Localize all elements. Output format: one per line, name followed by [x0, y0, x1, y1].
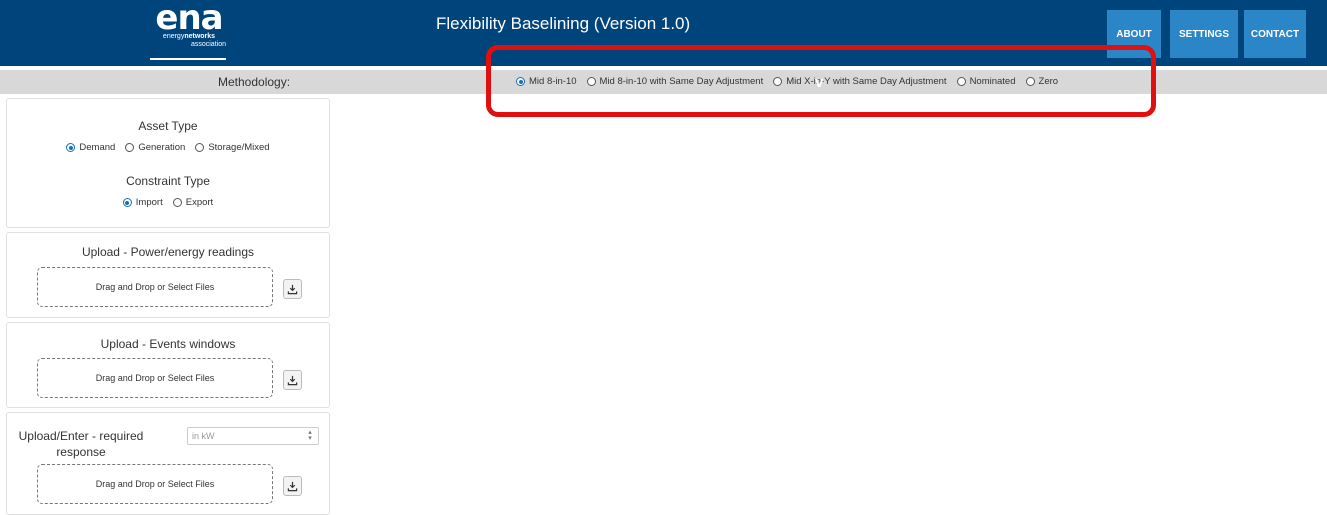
method-option-label: Mid 8-in-10 with Same Day Adjustment — [599, 76, 764, 87]
required-response-input[interactable] — [187, 427, 319, 445]
asset-panel: Asset Type Demand Generation Storage/Mix… — [6, 98, 330, 228]
constraint-type-radios: Import Export — [7, 197, 329, 208]
ena-logo: ena energynetworks association — [148, 0, 230, 61]
method-option-nominated[interactable]: Nominated — [956, 76, 1016, 87]
constraint-type-export[interactable]: Export — [172, 197, 214, 208]
logo-underline — [150, 58, 226, 60]
download-events-button[interactable] — [283, 370, 302, 390]
settings-button[interactable]: SETTINGS — [1170, 10, 1238, 58]
page-title: Flexibility Baselining (Version 1.0) — [436, 14, 691, 33]
radio-icon[interactable] — [586, 77, 596, 86]
upload-events-panel: Upload - Events windows Drag and Drop or… — [6, 322, 330, 408]
upload-power-panel: Upload - Power/energy readings Drag and … — [6, 232, 330, 318]
method-option-mid-8-in-10-sda[interactable]: Mid 8-in-10 with Same Day Adjustment — [586, 76, 764, 87]
stepper-icon[interactable]: ▴ ▾ — [305, 429, 315, 442]
download-icon — [287, 284, 298, 294]
upload-response-dropzone[interactable]: Drag and Drop or Select Files — [37, 464, 273, 504]
radio-label: Import — [135, 197, 163, 208]
methodology-options: Mid 8-in-10 Mid 8-in-10 with Same Day Ad… — [516, 76, 1068, 87]
upload-power-title: Upload - Power/energy readings — [81, 245, 255, 259]
cursor-icon: v — [815, 74, 824, 91]
radio-label: Storage/Mixed — [208, 142, 270, 153]
asset-type-demand[interactable]: Demand — [66, 142, 115, 153]
radio-icon[interactable] — [956, 77, 966, 86]
upload-response-title: Upload/Enter - required response — [18, 429, 144, 459]
method-option-mid-8-in-10[interactable]: Mid 8-in-10 — [516, 76, 577, 87]
about-button[interactable]: ABOUT — [1107, 10, 1161, 58]
upload-power-dropzone[interactable]: Drag and Drop or Select Files — [37, 267, 273, 307]
radio-icon[interactable] — [195, 143, 205, 152]
app-header: ena energynetworks association Flexibili… — [0, 0, 1327, 66]
radio-icon[interactable] — [773, 77, 783, 86]
radio-icon[interactable] — [122, 198, 132, 207]
method-option-mid-x-in-y-sda[interactable]: Mid X-in-Y with Same Day Adjustment — [773, 76, 947, 87]
download-icon — [287, 481, 298, 491]
constraint-type-import[interactable]: Import — [122, 197, 163, 208]
asset-type-radios: Demand Generation Storage/Mixed — [7, 142, 329, 153]
method-option-zero[interactable]: Zero — [1025, 76, 1059, 87]
constraint-type-title: Constraint Type — [126, 174, 210, 188]
asset-type-storage-mixed[interactable]: Storage/Mixed — [195, 142, 270, 153]
method-option-label: Mid X-in-Y with Same Day Adjustment — [786, 76, 947, 87]
radio-icon[interactable] — [172, 198, 182, 207]
upload-events-title: Upload - Events windows — [100, 337, 236, 351]
download-power-button[interactable] — [283, 279, 302, 299]
method-option-label: Nominated — [969, 76, 1016, 87]
radio-icon[interactable] — [1025, 77, 1035, 86]
method-option-label: Mid 8-in-10 — [529, 76, 577, 87]
radio-icon[interactable] — [125, 143, 135, 152]
methodology-bar: Methodology: Mid 8-in-10 Mid 8-in-10 wit… — [0, 70, 1327, 94]
logo-tagline-2: association — [190, 41, 226, 48]
radio-icon[interactable] — [66, 143, 76, 152]
method-option-label: Zero — [1038, 76, 1059, 87]
radio-icon[interactable] — [516, 77, 525, 86]
logo-mark: ena — [155, 0, 223, 38]
radio-label: Export — [185, 197, 214, 208]
asset-type-generation[interactable]: Generation — [125, 142, 185, 153]
methodology-label: Methodology: — [218, 75, 291, 89]
contact-button[interactable]: CONTACT — [1244, 10, 1306, 58]
radio-label: Generation — [138, 142, 186, 153]
upload-response-panel: Upload/Enter - required response ▴▾ Drag… — [6, 412, 330, 515]
upload-events-dropzone[interactable]: Drag and Drop or Select Files — [37, 358, 273, 398]
asset-type-title: Asset Type — [138, 119, 198, 133]
download-response-button[interactable] — [283, 476, 302, 496]
radio-label: Demand — [79, 142, 116, 153]
download-icon — [287, 375, 298, 385]
